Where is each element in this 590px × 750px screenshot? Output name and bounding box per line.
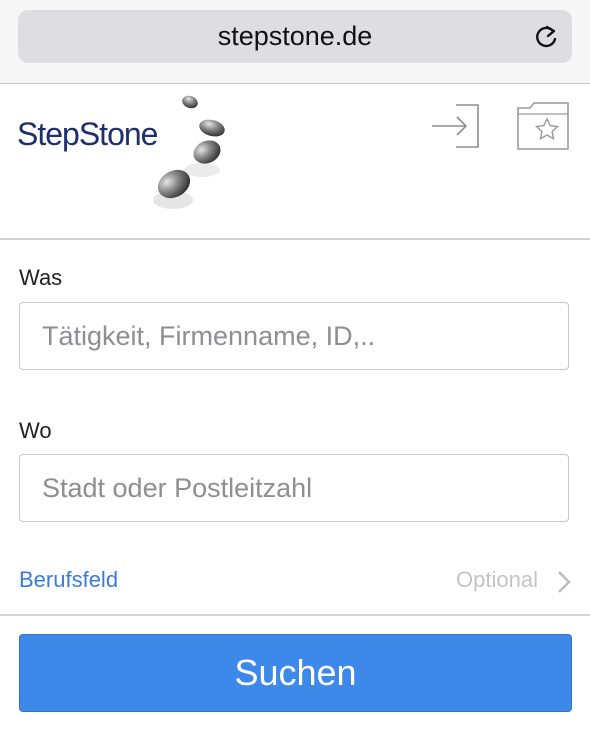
url-text[interactable]: stepstone.de — [18, 21, 572, 52]
was-label: Was — [19, 265, 63, 290]
search-button[interactable]: Suchen — [19, 634, 572, 712]
browser-address-bar: stepstone.de — [0, 0, 590, 84]
login-icon[interactable] — [430, 102, 482, 150]
url-field[interactable]: stepstone.de — [18, 10, 572, 63]
stepstone-logo[interactable]: StepStone — [17, 94, 227, 224]
berufsfeld-value: Optional — [456, 567, 538, 592]
wo-input[interactable] — [19, 454, 569, 522]
wo-label: Wo — [19, 418, 52, 443]
berufsfeld-row[interactable]: Berufsfeld Optional — [0, 548, 590, 616]
was-input[interactable] — [19, 302, 569, 370]
site-header: StepStone — [0, 84, 590, 240]
berufsfeld-label[interactable]: Berufsfeld — [19, 567, 118, 593]
logo-stones-icon — [153, 95, 225, 209]
saved-jobs-star-folder-icon[interactable] — [514, 100, 572, 152]
reload-icon[interactable] — [532, 23, 560, 51]
chevron-right-icon — [558, 571, 571, 593]
